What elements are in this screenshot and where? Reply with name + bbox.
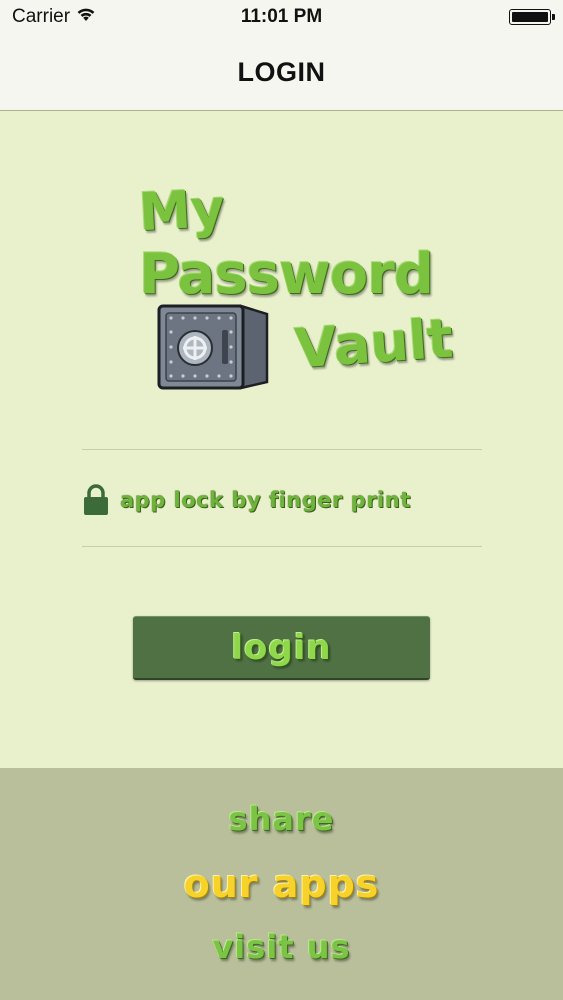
logo-text-my: My bbox=[137, 178, 227, 244]
login-button-label: login bbox=[231, 627, 332, 668]
logo-text-vault: Vault bbox=[292, 306, 456, 381]
fingerprint-lock-toggle[interactable]: app lock by finger print bbox=[82, 478, 482, 522]
status-bar: Carrier 11:01 PM bbox=[0, 0, 563, 34]
app-logo: My Password Vault bbox=[135, 178, 455, 395]
carrier-label: Carrier bbox=[12, 6, 71, 27]
lock-icon bbox=[82, 484, 110, 516]
login-button[interactable]: login bbox=[133, 616, 430, 680]
battery-icon bbox=[509, 9, 555, 25]
carrier-group: Carrier bbox=[12, 6, 96, 28]
navigation-bar: LOGIN bbox=[0, 34, 563, 111]
page-title: LOGIN bbox=[237, 56, 326, 87]
share-link[interactable]: share bbox=[0, 800, 563, 838]
divider-top bbox=[82, 449, 482, 450]
visit-us-link[interactable]: visit us bbox=[0, 928, 563, 966]
safe-icon bbox=[155, 300, 273, 392]
logo-text-password: Password bbox=[139, 242, 434, 307]
wifi-icon bbox=[76, 6, 96, 28]
fingerprint-label: app lock by finger print bbox=[120, 488, 411, 512]
footer-panel: share our apps visit us bbox=[0, 768, 563, 1000]
divider-bottom bbox=[82, 546, 482, 547]
our-apps-link[interactable]: our apps bbox=[0, 862, 563, 906]
